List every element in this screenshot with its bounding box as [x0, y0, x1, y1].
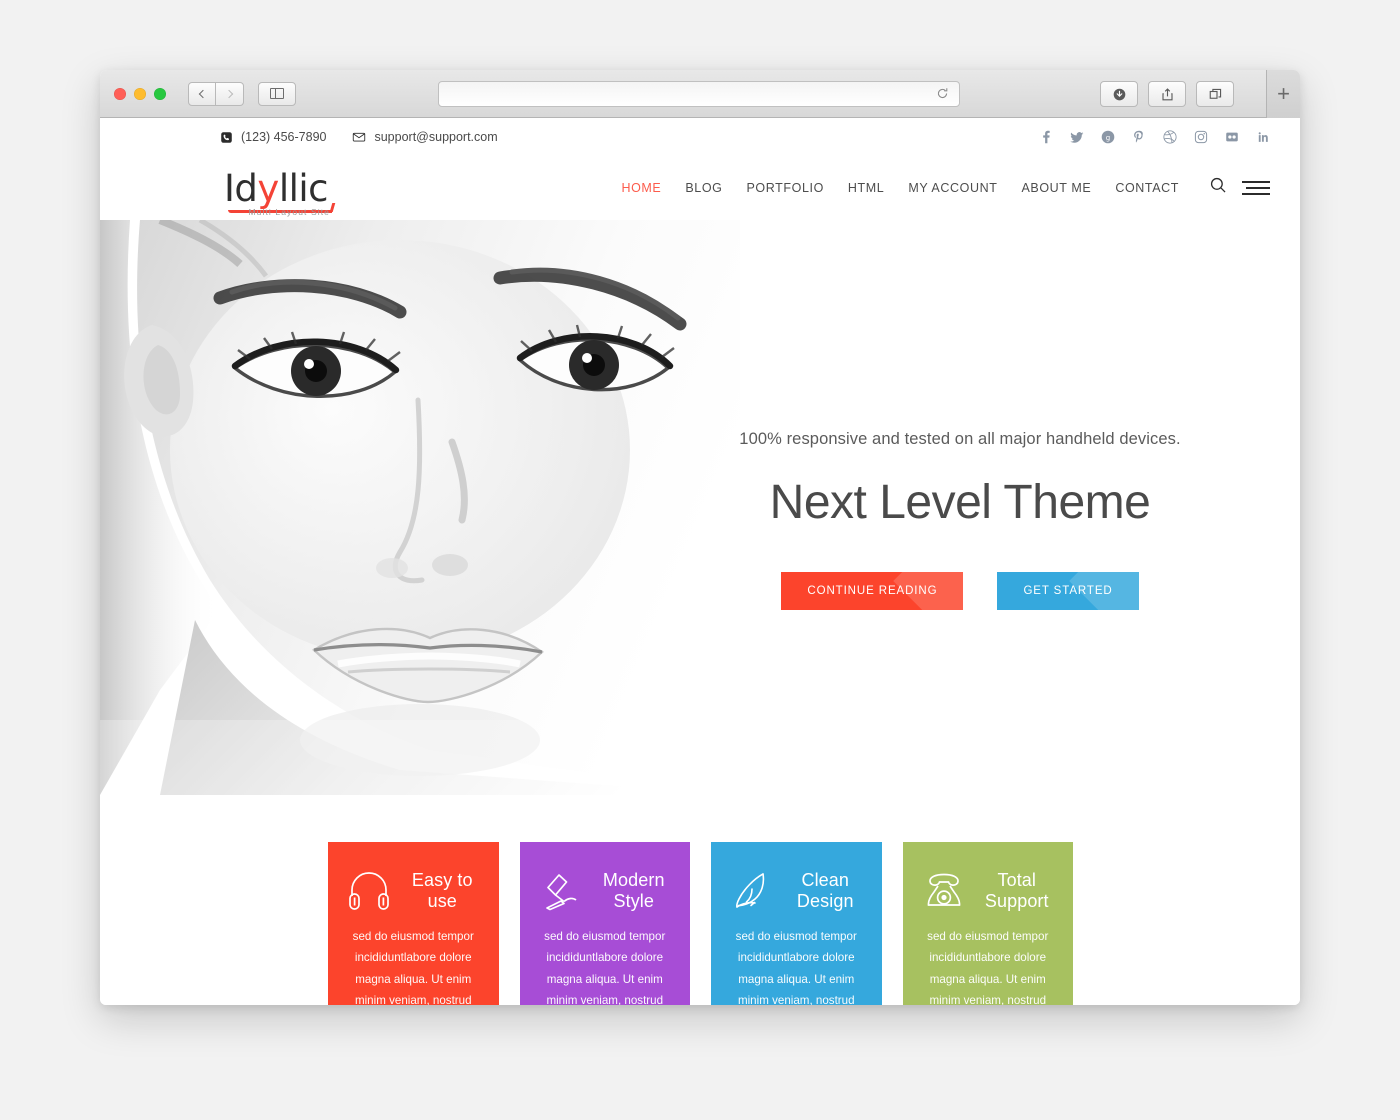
features-section: Easy to use sed do eiusmod tempor incidi… [100, 795, 1300, 1005]
facebook-icon[interactable] [1039, 130, 1053, 144]
window-controls [114, 87, 166, 100]
feature-card-header: Easy to use [346, 868, 481, 914]
google-plus-icon[interactable]: g [1101, 130, 1115, 144]
pinterest-icon[interactable] [1132, 130, 1146, 144]
email-contact[interactable]: support@support.com [352, 130, 498, 144]
sidebar-toggle-icon [270, 87, 284, 100]
telephone-icon [921, 868, 967, 914]
nav-item-my-account[interactable]: MY ACCOUNT [908, 181, 997, 195]
feature-title: Modern Style [602, 870, 665, 911]
feature-card-clean-design[interactable]: Clean Design sed do eiusmod tempor incid… [711, 842, 882, 1005]
show-tabs-button[interactable] [1196, 81, 1234, 107]
hamburger-menu-icon[interactable] [1242, 180, 1270, 196]
phone-contact[interactable]: (123) 456-7890 [220, 130, 326, 144]
browser-toolbar-right [1100, 81, 1234, 107]
dribbble-icon[interactable] [1163, 130, 1177, 144]
desk-lamp-icon [538, 868, 584, 914]
feature-title: Clean Design [796, 870, 854, 911]
downloads-button[interactable] [1100, 81, 1138, 107]
url-input[interactable] [439, 87, 931, 101]
feature-card-modern-style[interactable]: Modern Style sed do eiusmod tempor incid… [519, 842, 690, 1005]
webpage-content: (123) 456-7890 support@support.com g Idy… [100, 118, 1300, 1005]
site-logo[interactable]: Idyllic Multi Layout Site [224, 166, 332, 217]
browser-window: + (123) 456-7890 support@support.com g I… [100, 70, 1300, 1005]
nav-item-html[interactable]: HTML [848, 181, 884, 195]
logo-tagline: Multi Layout Site [248, 206, 330, 217]
nav-item-blog[interactable]: BLOG [685, 181, 722, 195]
hero-buttons: CONTINUE READING GET STARTED [660, 572, 1260, 610]
feature-card-total-support[interactable]: Total Support sed do eiusmod tempor inci… [902, 842, 1073, 1005]
feature-body: sed do eiusmod tempor incididuntlabore d… [735, 930, 857, 1005]
hero-portrait-image [100, 220, 740, 795]
logo-text-part1: Id [224, 166, 258, 210]
feature-body: sed do eiusmod tempor incididuntlabore d… [544, 930, 666, 1005]
feature-card-easy-to-use[interactable]: Easy to use sed do eiusmod tempor incidi… [328, 842, 499, 1005]
browser-titlebar: + [100, 70, 1300, 118]
search-icon[interactable] [1209, 176, 1228, 200]
linkedin-icon[interactable] [1256, 130, 1270, 144]
minimize-window-button[interactable] [134, 87, 146, 100]
continue-reading-button[interactable]: CONTINUE READING [781, 572, 964, 610]
site-header: Idyllic Multi Layout Site HOME BLOG PORT… [100, 156, 1300, 220]
forward-button[interactable] [216, 81, 244, 106]
share-icon [1161, 87, 1173, 100]
sidebar-toggle-button[interactable] [258, 81, 296, 106]
share-button[interactable] [1148, 81, 1186, 107]
feature-title: Easy to use [411, 870, 473, 911]
nav-item-portfolio[interactable]: PORTFOLIO [746, 181, 823, 195]
downloads-icon [1113, 88, 1125, 100]
forward-chevron-icon [224, 89, 233, 98]
feature-body: sed do eiusmod tempor incididuntlabore d… [352, 930, 474, 1005]
contact-info: (123) 456-7890 support@support.com [220, 130, 498, 144]
new-tab-label: + [1277, 81, 1290, 106]
phone-icon [221, 131, 232, 143]
feature-body: sed do eiusmod tempor incididuntlabore d… [927, 930, 1049, 1005]
nav-item-contact[interactable]: CONTACT [1115, 181, 1179, 195]
hero-subtitle: 100% responsive and tested on all major … [739, 430, 1181, 448]
nav-item-home[interactable]: HOME [621, 181, 661, 195]
ribbon-fold [893, 572, 964, 610]
headphones-icon [346, 868, 392, 914]
main-navigation: HOME BLOG PORTFOLIO HTML MY ACCOUNT ABOU… [621, 176, 1270, 200]
flickr-icon[interactable] [1225, 130, 1239, 144]
feature-card-header: Total Support [921, 868, 1056, 914]
ribbon-fold [1068, 572, 1139, 610]
nav-item-about-me[interactable]: ABOUT ME [1021, 181, 1091, 195]
social-links: g [1039, 130, 1270, 144]
instagram-icon[interactable] [1194, 130, 1208, 144]
svg-text:g: g [1106, 134, 1110, 142]
address-bar[interactable] [438, 81, 960, 107]
hero-title: Next Level Theme [769, 476, 1151, 529]
feature-title: Total Support [984, 870, 1049, 911]
get-started-button[interactable]: GET STARTED [997, 572, 1139, 610]
new-tab-button[interactable]: + [1266, 70, 1300, 118]
maximize-window-button[interactable] [154, 87, 166, 100]
twitter-icon[interactable] [1070, 130, 1084, 144]
email-address: support@support.com [374, 130, 498, 144]
phone-number: (123) 456-7890 [241, 130, 327, 144]
back-button[interactable] [188, 81, 216, 106]
hero-section: 100% responsive and tested on all major … [100, 220, 1300, 795]
envelope-icon [353, 132, 366, 142]
back-chevron-icon [198, 89, 208, 98]
show-tabs-icon [1209, 88, 1221, 99]
close-window-button[interactable] [114, 87, 126, 100]
logo-wordmark: Idyllic [224, 166, 329, 210]
site-topbar: (123) 456-7890 support@support.com g [100, 118, 1300, 156]
logo-text-y: y [257, 166, 279, 210]
nav-buttons [188, 81, 244, 106]
logo-text-part2: llic [278, 166, 329, 210]
feature-card-header: Clean Design [729, 868, 864, 914]
nav-icon-group [1209, 176, 1270, 200]
feature-card-header: Modern Style [538, 868, 673, 914]
reload-icon[interactable] [931, 87, 953, 102]
quill-pen-icon [729, 868, 775, 914]
hero-copy: 100% responsive and tested on all major … [660, 430, 1260, 610]
